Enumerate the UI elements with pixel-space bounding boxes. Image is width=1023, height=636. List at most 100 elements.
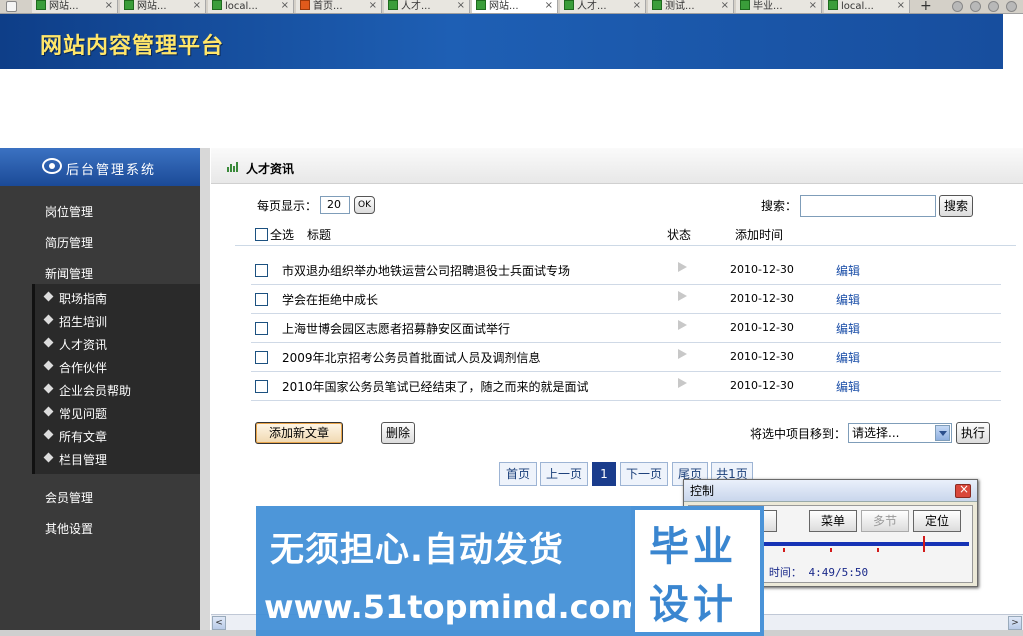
status-play-icon[interactable] xyxy=(678,349,687,359)
playhead-marker[interactable] xyxy=(922,536,925,550)
sidebar-item-news[interactable]: 新闻管理 xyxy=(45,265,93,282)
scroll-tabs-left-icon[interactable] xyxy=(952,1,963,12)
sidebar-splitter[interactable] xyxy=(200,148,210,636)
browser-tab[interactable]: 网站... × xyxy=(472,0,558,13)
submenu-item-talent-news[interactable]: 人才资讯 xyxy=(43,336,107,353)
close-icon[interactable] xyxy=(955,482,971,498)
row-edit-link[interactable]: 编辑 xyxy=(836,378,860,395)
tab-close-icon[interactable]: × xyxy=(633,0,641,12)
submenu-item-training[interactable]: 招生培训 xyxy=(43,313,107,330)
browser-tab-label: 人才... xyxy=(577,1,607,12)
row-edit-link[interactable]: 编辑 xyxy=(836,262,860,279)
tab-close-icon[interactable]: × xyxy=(105,0,113,12)
row-title[interactable]: 2009年北京招考公务员首批面试人员及调剂信息 xyxy=(282,349,541,366)
delete-button[interactable]: 删除 xyxy=(381,422,415,444)
browser-tab[interactable]: 人才... × xyxy=(560,0,646,13)
per-page-input[interactable]: 20 xyxy=(320,196,350,214)
watermark-banner: 无须担心.自动发货 www.51topmind.com 毕业 设计 xyxy=(256,506,764,636)
sidebar-item-jobs[interactable]: 岗位管理 xyxy=(45,203,93,220)
bar-chart-icon xyxy=(227,162,239,172)
page-green-icon xyxy=(828,0,838,10)
search-label: 搜索： xyxy=(761,199,798,213)
pagination-first[interactable]: 首页 xyxy=(499,462,537,486)
time-readout: 54 时间： 4:49/5:50 xyxy=(749,566,869,579)
per-page-label: 每页显示： xyxy=(257,199,318,213)
tab-close-icon[interactable]: × xyxy=(721,0,729,12)
tab-close-icon[interactable]: × xyxy=(897,0,905,12)
tab-close-icon[interactable]: × xyxy=(545,0,553,12)
scroll-right-icon[interactable]: > xyxy=(1008,616,1022,630)
browser-tab[interactable]: 网站... × xyxy=(120,0,206,13)
select-all-checkbox[interactable] xyxy=(255,228,268,241)
bullet-icon xyxy=(43,383,54,394)
bullet-icon xyxy=(43,452,54,463)
browser-tab-label: 首页... xyxy=(313,1,343,12)
row-checkbox[interactable] xyxy=(255,351,268,364)
row-title[interactable]: 市双退办组织举办地铁运营公司招聘退役士兵面试专场 xyxy=(282,262,570,279)
tab-list-icon[interactable] xyxy=(988,1,999,12)
scroll-tabs-right-icon[interactable] xyxy=(970,1,981,12)
tab-close-icon[interactable]: × xyxy=(369,0,377,12)
scroll-left-icon[interactable]: < xyxy=(212,616,226,630)
row-title[interactable]: 2010年国家公务员笔试已经结束了，随之而来的就是面试 xyxy=(282,378,589,395)
bullet-icon xyxy=(43,291,54,302)
pagination-next[interactable]: 下一页 xyxy=(620,462,668,486)
browser-tab[interactable]: 首页... × xyxy=(296,0,382,13)
per-page-ok-button[interactable]: OK xyxy=(354,196,375,214)
row-checkbox[interactable] xyxy=(255,322,268,335)
row-edit-link[interactable]: 编辑 xyxy=(836,349,860,366)
status-play-icon[interactable] xyxy=(678,291,687,301)
submenu-item-member-help[interactable]: 企业会员帮助 xyxy=(43,382,131,399)
submenu-item-partners[interactable]: 合作伙伴 xyxy=(43,359,107,376)
submenu-item-all-articles[interactable]: 所有文章 xyxy=(43,428,107,445)
browser-tab[interactable]: 网站... × xyxy=(32,0,118,13)
bullet-icon xyxy=(43,429,54,440)
tab-close-icon[interactable]: × xyxy=(809,0,817,12)
status-play-icon[interactable] xyxy=(678,378,687,388)
new-tab-button[interactable]: + xyxy=(920,0,932,13)
browser-tab-label: local... xyxy=(841,1,874,12)
pagination-current[interactable]: 1 xyxy=(592,462,616,486)
status-play-icon[interactable] xyxy=(678,262,687,272)
sidebar-item-members[interactable]: 会员管理 xyxy=(45,489,93,506)
window-menu-icon[interactable] xyxy=(6,1,17,12)
execute-button[interactable]: 执行 xyxy=(956,422,990,444)
sidebar-item-other-settings[interactable]: 其他设置 xyxy=(45,520,93,537)
browser-tab[interactable]: local... × xyxy=(824,0,910,13)
submenu-item-career-guide[interactable]: 职场指南 xyxy=(43,290,107,307)
select-all-label: 全选 xyxy=(270,228,295,242)
search-input[interactable] xyxy=(800,195,936,217)
pagination-prev[interactable]: 上一页 xyxy=(540,462,588,486)
row-title[interactable]: 上海世博会园区志愿者招募静安区面试举行 xyxy=(282,320,510,337)
page-orange-icon xyxy=(300,0,310,10)
row-checkbox[interactable] xyxy=(255,380,268,393)
browser-tab[interactable]: local... × xyxy=(208,0,294,13)
tab-close-icon[interactable]: × xyxy=(281,0,289,12)
submenu-item-faq[interactable]: 常见问题 xyxy=(43,405,107,422)
add-article-button[interactable]: 添加新文章 xyxy=(255,422,343,444)
row-date: 2010-12-30 xyxy=(730,263,794,276)
browser-tab[interactable]: 测试... × xyxy=(648,0,734,13)
table-header-divider xyxy=(235,245,1016,246)
move-to-select[interactable]: 请选择... xyxy=(848,423,952,443)
minimize-icon[interactable] xyxy=(1006,1,1017,12)
tab-close-icon[interactable]: × xyxy=(457,0,465,12)
menu-button[interactable]: 菜单 xyxy=(809,510,857,532)
submenu-item-columns[interactable]: 栏目管理 xyxy=(43,451,107,468)
locate-button[interactable]: 定位 xyxy=(913,510,961,532)
row-edit-link[interactable]: 编辑 xyxy=(836,291,860,308)
browser-tab[interactable]: 人才... × xyxy=(384,0,470,13)
watermark-url: www.51topmind.com xyxy=(264,588,644,626)
browser-tab[interactable]: 毕业... × xyxy=(736,0,822,13)
row-title[interactable]: 学会在拒绝中成长 xyxy=(282,291,378,308)
chevron-down-icon[interactable] xyxy=(935,425,950,441)
row-edit-link[interactable]: 编辑 xyxy=(836,320,860,337)
tab-close-icon[interactable]: × xyxy=(193,0,201,12)
row-checkbox[interactable] xyxy=(255,293,268,306)
bullet-icon xyxy=(43,337,54,348)
status-play-icon[interactable] xyxy=(678,320,687,330)
page-green-icon xyxy=(388,0,398,10)
sidebar-item-resumes[interactable]: 简历管理 xyxy=(45,234,93,251)
search-button[interactable]: 搜索 xyxy=(939,195,973,217)
row-checkbox[interactable] xyxy=(255,264,268,277)
